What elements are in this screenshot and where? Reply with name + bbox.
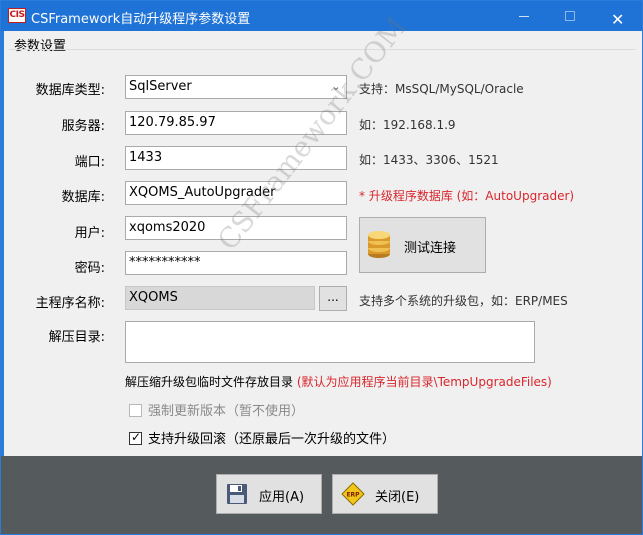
extract-dir-note-text: 解压缩升级包临时文件存放目录: [125, 375, 294, 389]
title-bar[interactable]: CIS CSFramework自动升级程序参数设置 ✕: [1, 1, 642, 31]
close-label: 关闭(E): [375, 490, 420, 505]
user-label: 用户:: [74, 226, 105, 241]
db-type-label: 数据库类型:: [35, 83, 105, 98]
apply-label: 应用(A): [259, 490, 305, 505]
port-hint: 如：1433、3306、1521: [359, 153, 499, 167]
db-type-hint: 支持：MsSQL/MySQL/Oracle: [359, 82, 524, 96]
minimize-button[interactable]: [501, 1, 547, 31]
minimize-icon: [519, 16, 529, 17]
extract-dir-label: 解压目录:: [48, 330, 105, 345]
server-label: 服务器:: [61, 119, 105, 134]
save-icon: [227, 484, 247, 504]
close-icon: ✕: [611, 10, 625, 29]
force-update-checkbox: [129, 404, 142, 417]
database-hint: * 升级程序数据库 (如：AutoUpgrader): [359, 189, 575, 203]
window-title: CSFramework自动升级程序参数设置: [31, 12, 251, 27]
extract-dir-input[interactable]: [125, 321, 535, 363]
test-connection-button[interactable]: 测试连接: [359, 217, 486, 273]
database-label: 数据库:: [61, 190, 105, 205]
main-program-label: 主程序名称:: [35, 296, 105, 311]
close-window-button[interactable]: ✕: [595, 1, 641, 31]
rollback-checkbox[interactable]: ✓: [129, 430, 142, 445]
extract-dir-note-default: (默认为应用程序当前目录\TempUpgradeFiles): [296, 375, 552, 389]
main-program-input: XQOMS: [125, 286, 315, 310]
database-icon: [368, 231, 390, 258]
test-connection-label: 测试连接: [404, 241, 457, 256]
rollback-option[interactable]: ✓ 支持升级回滚（还原最后一次升级的文件）: [129, 428, 395, 447]
db-type-value: SqlServer: [129, 79, 192, 94]
settings-window: CIS CSFramework自动升级程序参数设置 ✕ 参数设置 数据库类型: …: [0, 0, 643, 535]
db-type-select[interactable]: SqlServer ⌄: [125, 75, 347, 99]
maximize-button[interactable]: [547, 1, 593, 31]
browse-button[interactable]: ...: [319, 286, 347, 311]
apply-button[interactable]: 应用(A): [216, 474, 322, 514]
server-hint: 如：192.168.1.9: [359, 118, 456, 132]
footer-bar: 应用(A) ERP 关闭(E): [1, 456, 642, 534]
window-border: [1, 31, 4, 456]
password-label: 密码:: [74, 261, 105, 276]
app-logo-icon: CIS: [8, 8, 26, 23]
extract-dir-note: 解压缩升级包临时文件存放目录 (默认为应用程序当前目录\TempUpgradeF…: [125, 373, 552, 390]
svg-text:ERP: ERP: [346, 492, 360, 499]
port-label: 端口:: [74, 155, 105, 170]
erp-exit-icon: ERP: [341, 482, 365, 506]
force-update-option: 强制更新版本（暂不使用）: [129, 400, 304, 419]
close-button[interactable]: ERP 关闭(E): [332, 474, 438, 514]
rollback-label: 支持升级回滚（还原最后一次升级的文件）: [148, 432, 396, 447]
check-icon: ✓: [131, 430, 142, 444]
maximize-icon: [565, 11, 575, 21]
database-input[interactable]: XQOMS_AutoUpgrader: [125, 181, 347, 205]
force-update-label: 强制更新版本（暂不使用）: [148, 404, 305, 419]
main-program-hint: 支持多个系统的升级包，如：ERP/MES: [359, 294, 568, 308]
